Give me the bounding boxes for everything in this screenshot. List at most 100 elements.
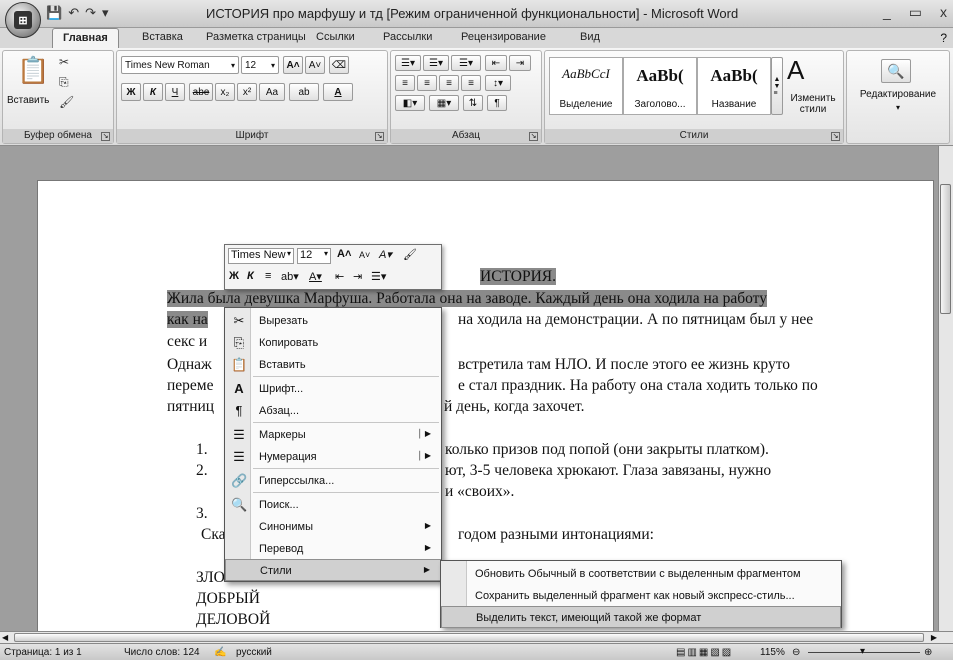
format-painter-icon[interactable]: 🖌 <box>403 248 417 261</box>
copy-icon[interactable]: ⎘ <box>59 75 69 90</box>
mini-increase-indent-icon[interactable]: ⇥ <box>353 270 362 283</box>
shrink-font-button[interactable]: A˅ <box>305 56 325 74</box>
mini-font-color-icon[interactable]: A▾ <box>309 270 322 283</box>
chevron-down-icon[interactable]: ▾ <box>271 61 275 70</box>
align-right-button[interactable]: ≡ <box>439 75 459 91</box>
font-launcher-icon[interactable]: ↘ <box>375 132 384 141</box>
minimize-button[interactable]: _ <box>883 4 891 21</box>
styles-icon[interactable]: A▾ <box>379 248 392 261</box>
zoom-in-icon[interactable]: ⊕ <box>924 647 932 658</box>
close-button[interactable]: x <box>940 4 947 21</box>
styles-launcher-icon[interactable]: ↘ <box>831 132 840 141</box>
menu-item-styles[interactable]: Стили ▶ <box>225 559 441 581</box>
styles-scroll[interactable]: ▲ ▼ ≡ <box>771 57 783 115</box>
menu-item-paste[interactable]: 📋 Вставить <box>225 354 441 376</box>
mini-font-combo[interactable]: Times New ▾ <box>228 248 294 264</box>
chevron-down-icon[interactable]: ▾ <box>324 249 328 258</box>
menu-item-cut[interactable]: ✂ Вырезать <box>225 310 441 332</box>
clipboard-launcher-icon[interactable]: ↘ <box>101 132 110 141</box>
tab-home[interactable]: Главная <box>52 28 119 49</box>
style-title[interactable]: AaBb( Название <box>697 57 771 115</box>
tab-view[interactable]: Вид <box>580 31 600 43</box>
chevron-down-icon[interactable]: ▾ <box>847 103 949 112</box>
decrease-indent-button[interactable]: ⇤ <box>485 55 507 71</box>
justify-button[interactable]: ≡ <box>461 75 481 91</box>
style-heading[interactable]: AaBb( Заголово... <box>623 57 697 115</box>
tab-references[interactable]: Ссылки <box>316 31 355 43</box>
mini-italic-icon[interactable]: К <box>247 270 254 282</box>
tab-page-layout[interactable]: Разметка страницы <box>206 31 306 43</box>
mini-size-combo[interactable]: 12 ▾ <box>297 248 331 264</box>
mini-bullets-icon[interactable]: ☰▾ <box>371 270 386 283</box>
bullets-button[interactable]: ☰▾ <box>395 55 421 71</box>
font-color-button[interactable]: A <box>323 83 353 101</box>
zoom-thumb-icon[interactable]: ▾ <box>860 646 865 657</box>
scroll-right-icon[interactable]: ▶ <box>931 633 937 642</box>
show-marks-button[interactable]: ¶ <box>487 95 507 111</box>
align-center-button[interactable]: ≡ <box>417 75 437 91</box>
grow-font-icon[interactable]: A˄ <box>337 248 351 260</box>
status-zoom[interactable]: 115% <box>760 647 785 658</box>
line-spacing-button[interactable]: ↕▾ <box>485 75 511 91</box>
change-styles-label[interactable]: Изменить стили <box>785 93 841 115</box>
chevron-down-icon[interactable]: ▾ <box>231 61 235 70</box>
menu-item-font[interactable]: A Шрифт... <box>225 378 441 400</box>
status-language[interactable]: русский <box>236 647 272 658</box>
change-case-button[interactable]: Aa <box>259 83 285 101</box>
highlight-button[interactable]: ab <box>289 83 319 101</box>
maximize-button[interactable]: ▭ <box>909 4 922 21</box>
horizontal-scrollbar[interactable]: ◀ ▶ <box>0 631 953 643</box>
menu-item-bullets[interactable]: ☰ Маркеры │ ▶ <box>225 424 441 446</box>
font-name-combo[interactable]: Times New Roman ▾ <box>121 56 239 74</box>
proofing-icon[interactable]: ✍ <box>214 647 226 658</box>
submenu-item-save-quick-style[interactable]: Сохранить выделенный фрагмент как новый … <box>441 585 841 607</box>
save-icon[interactable]: 💾 <box>46 5 62 21</box>
binoculars-icon[interactable]: 🔍 <box>881 59 911 83</box>
menu-item-hyperlink[interactable]: 🔗 Гиперссылка... <box>225 470 441 492</box>
italic-button[interactable]: К <box>143 83 163 101</box>
submenu-item-select-similar[interactable]: Выделить текст, имеющий такой же формат <box>441 606 841 628</box>
borders-button[interactable]: ▦▾ <box>429 95 459 111</box>
menu-item-numbering[interactable]: ☰ Нумерация │ ▶ <box>225 446 441 468</box>
underline-button[interactable]: Ч <box>165 83 185 101</box>
shrink-font-icon[interactable]: A˅ <box>359 250 370 260</box>
tab-review[interactable]: Рецензирование <box>461 31 546 43</box>
font-size-combo[interactable]: 12 ▾ <box>241 56 279 74</box>
clear-format-button[interactable]: ⌫ <box>329 56 349 74</box>
office-button[interactable]: ⊞ <box>5 2 41 38</box>
menu-item-translate[interactable]: Перевод ▶ <box>225 538 441 560</box>
scroll-left-icon[interactable]: ◀ <box>2 633 8 642</box>
help-icon[interactable]: ? <box>940 31 947 45</box>
align-left-button[interactable]: ≡ <box>395 75 415 91</box>
tab-mailings[interactable]: Рассылки <box>383 31 432 43</box>
subscript-button[interactable]: x₂ <box>215 83 235 101</box>
grow-font-button[interactable]: A˄ <box>283 56 303 74</box>
menu-item-copy[interactable]: ⎘ Копировать <box>225 332 441 354</box>
submenu-item-update-normal[interactable]: Обновить Обычный в соответствии с выделе… <box>441 563 841 585</box>
format-painter-icon[interactable]: 🖌 <box>59 95 74 109</box>
tab-insert[interactable]: Вставка <box>142 31 183 43</box>
qat-more-icon[interactable]: ▾ <box>102 5 109 21</box>
change-styles-icon[interactable]: A <box>787 55 804 86</box>
paste-button-label[interactable]: Вставить <box>7 95 49 106</box>
view-buttons[interactable]: ▤▥▦▧▨ <box>676 647 733 658</box>
mini-center-icon[interactable]: ≡ <box>265 270 271 282</box>
increase-indent-button[interactable]: ⇥ <box>509 55 531 71</box>
vertical-scrollbar[interactable] <box>938 146 953 631</box>
strikethrough-button[interactable]: abe <box>189 83 213 101</box>
status-word-count[interactable]: Число слов: 124 <box>124 647 200 658</box>
chevron-down-icon[interactable]: ▾ <box>287 249 291 258</box>
mini-highlight-icon[interactable]: ab▾ <box>281 270 299 283</box>
paragraph-launcher-icon[interactable]: ↘ <box>529 132 538 141</box>
mini-bold-icon[interactable]: Ж <box>229 270 239 282</box>
shading-button[interactable]: ◧▾ <box>395 95 425 111</box>
numbering-button[interactable]: ☰▾ <box>423 55 449 71</box>
hscroll-thumb[interactable] <box>14 633 924 642</box>
paste-icon[interactable]: 📋 <box>17 55 49 86</box>
multilevel-list-button[interactable]: ☰▾ <box>451 55 481 71</box>
menu-item-synonyms[interactable]: Синонимы ▶ <box>225 516 441 538</box>
zoom-out-icon[interactable]: ⊖ <box>792 647 800 658</box>
cut-icon[interactable]: ✂ <box>59 55 69 69</box>
status-page[interactable]: Страница: 1 из 1 <box>4 647 82 658</box>
sort-button[interactable]: ⇅ <box>463 95 483 111</box>
